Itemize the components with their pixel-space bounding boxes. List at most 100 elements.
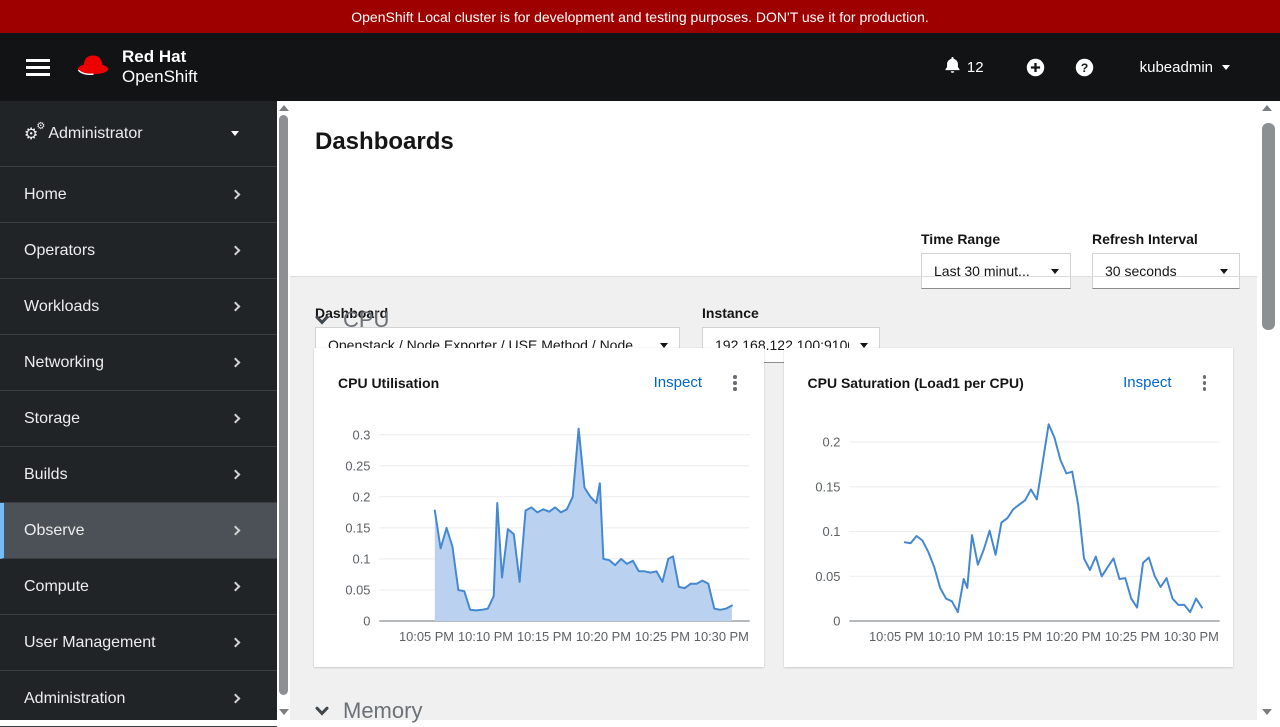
caret-down-icon: [231, 131, 239, 136]
notification-count: 12: [967, 59, 984, 76]
chevron-right-icon: [231, 302, 241, 312]
chevron-right-icon: [231, 190, 241, 200]
sidebar-item-workloads[interactable]: Workloads: [0, 279, 277, 335]
bell-icon: [945, 56, 960, 78]
scroll-up-arrow-icon[interactable]: [1262, 105, 1272, 111]
chevron-right-icon: [231, 694, 241, 704]
svg-text:10:25 PM: 10:25 PM: [1104, 629, 1159, 644]
sidebar-item-networking[interactable]: Networking: [0, 335, 277, 391]
svg-text:0.1: 0.1: [353, 551, 371, 566]
svg-text:0.25: 0.25: [345, 458, 370, 473]
svg-text:0: 0: [363, 613, 370, 628]
svg-text:10:20 PM: 10:20 PM: [1045, 629, 1100, 644]
sidebar-item-administration[interactable]: Administration: [0, 671, 277, 727]
chevron-down-icon: [314, 703, 330, 719]
svg-text:0: 0: [833, 613, 840, 628]
page-scrollbar[interactable]: [1257, 101, 1280, 720]
svg-text:10:15 PM: 10:15 PM: [986, 629, 1041, 644]
svg-text:0.3: 0.3: [353, 427, 371, 442]
svg-text:10:30 PM: 10:30 PM: [1163, 629, 1218, 644]
memory-section-title: Memory: [343, 698, 422, 724]
inspect-link[interactable]: Inspect: [654, 374, 702, 391]
svg-text:0.15: 0.15: [815, 479, 840, 494]
scroll-down-arrow-icon[interactable]: [1262, 709, 1272, 715]
nav-toggle-button[interactable]: [24, 55, 52, 80]
inspect-link[interactable]: Inspect: [1123, 374, 1171, 391]
svg-text:10:25 PM: 10:25 PM: [635, 629, 690, 644]
brand-line2: OpenShift: [122, 67, 198, 87]
dev-warning-banner: OpenShift Local cluster is for developme…: [0, 0, 1280, 33]
brand-logo: Red Hat OpenShift: [74, 47, 198, 86]
scrollbar-thumb[interactable]: [279, 115, 288, 695]
cpu-saturation-chart: 0 0.05 0.1 0.15 0.2 10:05 PM 10:10 PM 10:15 PM 1…: [784, 400, 1234, 658]
svg-text:10:10 PM: 10:10 PM: [458, 629, 513, 644]
svg-text:10:20 PM: 10:20 PM: [576, 629, 631, 644]
caret-down-icon: [1220, 269, 1228, 274]
username: kubeadmin: [1140, 59, 1213, 76]
chevron-right-icon: [231, 414, 241, 424]
svg-text:10:05 PM: 10:05 PM: [868, 629, 923, 644]
chevron-down-icon: [314, 312, 330, 328]
svg-text:0.1: 0.1: [822, 524, 840, 539]
svg-text:10:30 PM: 10:30 PM: [694, 629, 749, 644]
dashboards-body: CPU CPU Utilisation Inspect 0 0.05 0.1 0.15…: [290, 276, 1257, 720]
refresh-interval-label: Refresh Interval: [1092, 231, 1198, 247]
caret-down-icon: [1222, 65, 1230, 70]
main-content: Dashboards Time Range Last 30 minut... R…: [290, 101, 1257, 720]
kebab-menu-button[interactable]: [730, 372, 740, 394]
chevron-right-icon: [231, 358, 241, 368]
perspective-label: Administrator: [48, 125, 142, 143]
redhat-fedora-icon: [74, 50, 112, 85]
card-title: CPU Saturation (Load1 per CPU): [808, 375, 1124, 391]
cpu-utilisation-card: CPU Utilisation Inspect 00.050.10.150.20…: [314, 348, 764, 667]
svg-text:0.2: 0.2: [822, 435, 840, 450]
chevron-right-icon: [231, 582, 241, 592]
chevron-right-icon: [231, 638, 241, 648]
sidebar-item-compute[interactable]: Compute: [0, 559, 277, 615]
scroll-down-arrow-icon[interactable]: [279, 709, 289, 715]
svg-text:?: ?: [1080, 60, 1088, 74]
help-button[interactable]: ?: [1075, 58, 1094, 77]
sidebar-item-builds[interactable]: Builds: [0, 447, 277, 503]
svg-text:0.15: 0.15: [345, 520, 370, 535]
brand-line1: Red Hat: [122, 47, 198, 67]
masthead: Red Hat OpenShift 12 ?: [0, 33, 1280, 101]
plus-circle-icon: [1026, 58, 1045, 77]
memory-section-toggle[interactable]: Memory: [314, 697, 1233, 725]
sidebar-item-home[interactable]: Home: [0, 167, 277, 223]
sidebar-nav: ⚙⚙ Administrator Home Operators Workload…: [0, 101, 277, 720]
banner-text: OpenShift Local cluster is for developme…: [351, 9, 929, 25]
scroll-up-arrow-icon[interactable]: [279, 105, 289, 111]
sidebar-item-storage[interactable]: Storage: [0, 391, 277, 447]
svg-text:0.05: 0.05: [345, 582, 370, 597]
sidebar-item-user-management[interactable]: User Management: [0, 615, 277, 671]
content-scrollbar[interactable]: [277, 101, 290, 720]
svg-text:0.05: 0.05: [815, 569, 840, 584]
cpu-section-toggle[interactable]: CPU: [314, 306, 1233, 334]
card-title: CPU Utilisation: [338, 375, 654, 391]
svg-text:10:15 PM: 10:15 PM: [517, 629, 572, 644]
sidebar-item-observe[interactable]: Observe: [0, 503, 277, 559]
perspective-switcher[interactable]: ⚙⚙ Administrator: [0, 101, 277, 167]
cpu-utilisation-chart: 0 0.05 0.1 0.15 0.2 0.25 0.3 10:05 PM 10:10 PM 10…: [314, 400, 764, 658]
add-button[interactable]: [1026, 58, 1045, 77]
cogs-icon: ⚙⚙: [24, 126, 38, 142]
sidebar-item-operators[interactable]: Operators: [0, 223, 277, 279]
cpu-section-title: CPU: [343, 307, 389, 333]
notifications-button[interactable]: 12: [939, 55, 990, 79]
caret-down-icon: [1051, 269, 1059, 274]
user-menu-button[interactable]: kubeadmin: [1134, 58, 1236, 77]
scrollbar-thumb[interactable]: [1262, 123, 1275, 330]
page-title: Dashboards: [315, 128, 454, 156]
question-circle-icon: ?: [1075, 58, 1094, 77]
chevron-right-icon: [231, 470, 241, 480]
chevron-right-icon: [231, 526, 241, 536]
kebab-menu-button[interactable]: [1200, 372, 1210, 394]
time-range-label: Time Range: [921, 231, 1000, 247]
svg-text:10:10 PM: 10:10 PM: [927, 629, 982, 644]
svg-text:10:05 PM: 10:05 PM: [399, 629, 454, 644]
dashboards-header: Dashboards Time Range Last 30 minut... R…: [290, 101, 1257, 276]
cpu-saturation-card: CPU Saturation (Load1 per CPU) Inspect 0…: [784, 348, 1234, 667]
chevron-right-icon: [231, 246, 241, 256]
svg-text:0.2: 0.2: [353, 489, 371, 504]
